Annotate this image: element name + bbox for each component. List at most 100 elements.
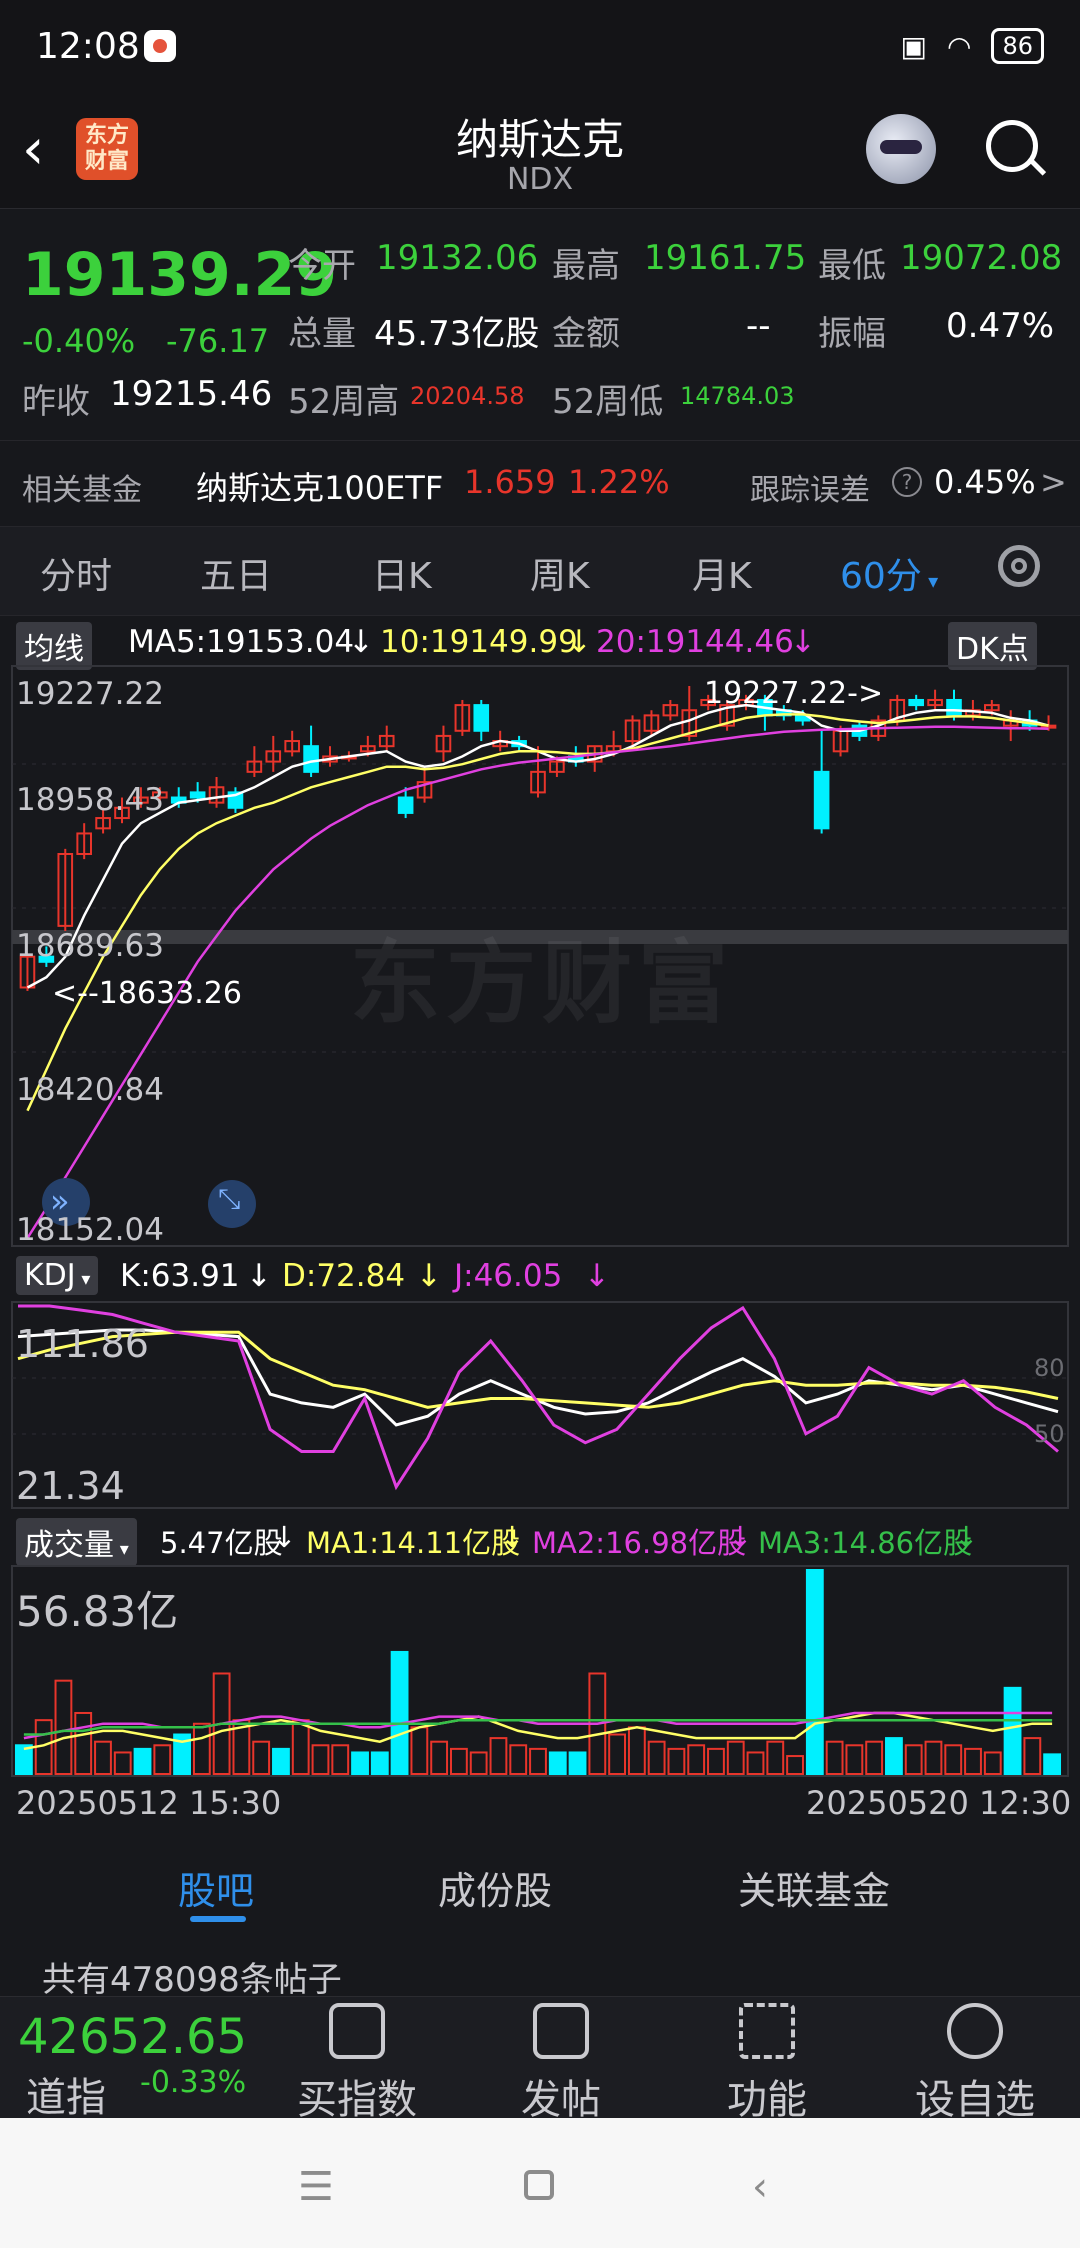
dow-change: -0.33%: [140, 2065, 247, 2100]
candle: [189, 791, 206, 799]
dow-price[interactable]: 42652.65: [18, 2009, 247, 2065]
menu-icon[interactable]: ☰: [298, 2164, 334, 2210]
tab-minute[interactable]: 分时: [40, 547, 112, 599]
candle: [813, 770, 830, 830]
related-fund-row[interactable]: 相关基金 纳斯达克100ETF 1.659 1.22% 跟踪误差 ? 0.45%…: [0, 440, 1080, 527]
open-label: 今开: [288, 246, 356, 286]
kdj-line-j: [18, 1304, 1059, 1491]
volume-ma-ma3: [23, 1718, 1053, 1736]
back-nav-icon[interactable]: ‹: [752, 2164, 768, 2210]
volume-bar: [983, 1751, 1002, 1776]
dow-name[interactable]: 道指: [26, 2065, 106, 2123]
expand-icon[interactable]: ⤡: [218, 1182, 240, 1216]
volume-bar: [647, 1740, 666, 1775]
max-price-label: 19227.22->: [704, 676, 884, 711]
search-icon[interactable]: [986, 120, 1038, 172]
volume-bar: [192, 1722, 211, 1776]
tab-related-funds[interactable]: 关联基金: [738, 1860, 890, 1915]
ma-indicator-chip[interactable]: 均线: [16, 622, 92, 670]
volume-bar: [410, 1726, 429, 1775]
tab-components[interactable]: 成份股: [438, 1860, 552, 1915]
tab-daily[interactable]: 日K: [372, 547, 432, 599]
volume-value: 45.73亿股: [374, 314, 540, 354]
low-value: 19072.08: [900, 238, 1063, 278]
low-label: 最低: [818, 246, 886, 286]
volume-bar: [153, 1744, 172, 1776]
status-time: 12:08: [36, 26, 140, 67]
volume-bar: [1003, 1686, 1022, 1775]
volume-bar: [489, 1737, 508, 1776]
functions-button[interactable]: 功能: [692, 2003, 842, 2125]
home-icon[interactable]: [524, 2170, 554, 2200]
amount-label: 金额: [552, 314, 620, 354]
change-amount: -76.17: [166, 322, 270, 360]
tab-60min[interactable]: 60分 ▾: [840, 547, 938, 599]
help-icon[interactable]: ?: [892, 467, 922, 497]
kdj-axis-bottom: 21.34: [16, 1464, 125, 1508]
axis-label-3: 18689.63: [16, 928, 164, 964]
wk52-low-value: 14784.03: [680, 382, 795, 410]
fund-price: 1.659: [464, 463, 556, 501]
volume-current: 5.47亿股: [160, 1526, 283, 1560]
volume-bar: [548, 1751, 567, 1776]
volume-bar: [311, 1744, 330, 1776]
fund-pct: 1.22%: [568, 463, 670, 501]
volume-bar: [924, 1740, 943, 1775]
legend-ma10-arrow: ↓: [566, 624, 592, 660]
kdj-chip[interactable]: KDJ ▾: [16, 1256, 99, 1295]
tab-weekly[interactable]: 周K: [530, 547, 590, 599]
volume-bar: [390, 1650, 409, 1775]
date-start: 20250512 15:30: [16, 1784, 282, 1822]
kdj-lines: [17, 1304, 1059, 1491]
kdj-j: J:46.05: [454, 1258, 563, 1294]
chart-icon: [329, 2003, 385, 2059]
chevron-right-icon[interactable]: >: [1040, 463, 1067, 501]
volume-bar: [707, 1747, 725, 1775]
battery-icon: 86: [991, 28, 1044, 64]
amplitude-value: 0.47%: [946, 306, 1055, 346]
kdj-chart[interactable]: [0, 1300, 1080, 1512]
watermark: 东方财富: [350, 931, 734, 1036]
add-watchlist-label: 设自选: [915, 2077, 1035, 2123]
dk-point-button[interactable]: DK点: [948, 622, 1037, 670]
volume-bar: [904, 1744, 923, 1776]
tracking-label: 跟踪误差: [750, 473, 870, 508]
kdj-d: D:72.84: [282, 1258, 406, 1294]
caret-down-icon: ▾: [75, 1269, 91, 1290]
candle: [303, 745, 319, 773]
volume-chip[interactable]: 成交量 ▾: [16, 1518, 137, 1566]
candle: [908, 698, 924, 707]
volume-bar: [94, 1740, 112, 1775]
volume-bar: [726, 1740, 745, 1775]
kdj-d-arrow: ↓: [416, 1258, 442, 1294]
volume-bar: [370, 1751, 389, 1776]
quote-panel: 19139.29 -0.40% -76.17 今开 19132.06 最高 19…: [0, 210, 1080, 440]
buy-index-button[interactable]: 买指数: [282, 2003, 432, 2125]
wk52-low-label: 52周低: [552, 382, 664, 422]
prev-close-label: 昨收: [22, 382, 90, 422]
legend-ma10: 10:19149.99: [380, 624, 578, 660]
add-watchlist-button[interactable]: 设自选: [900, 2003, 1050, 2125]
volume-ma2-arrow: ↓: [728, 1520, 753, 1554]
double-chevron-icon[interactable]: »: [50, 1182, 70, 1220]
tab-monthly[interactable]: 月K: [692, 547, 752, 599]
volume-bar: [74, 1711, 93, 1775]
header: ‹ 东方财富 纳斯达克 NDX: [0, 96, 1080, 209]
volume-bar: [944, 1744, 963, 1776]
post-button[interactable]: 发帖: [486, 2003, 636, 2125]
robot-assistant-icon[interactable]: [866, 114, 936, 184]
volume-ma1-arrow: ↓: [500, 1520, 525, 1554]
tab-forum[interactable]: 股吧: [178, 1860, 254, 1915]
volume-bar: [291, 1719, 310, 1775]
candle: [397, 796, 414, 814]
gear-icon[interactable]: [998, 545, 1040, 587]
tracking-value: 0.45%: [934, 463, 1036, 501]
fund-name[interactable]: 纳斯达克100ETF: [196, 463, 443, 509]
tab-five-day[interactable]: 五日: [200, 547, 272, 599]
volume-bar: [252, 1740, 271, 1775]
volume-bar: [14, 1744, 33, 1776]
volume-bar: [766, 1740, 785, 1775]
volume-bar: [331, 1744, 350, 1776]
app-notification-icon: [144, 30, 176, 62]
legend-ma20-arrow: ↓: [790, 624, 816, 660]
